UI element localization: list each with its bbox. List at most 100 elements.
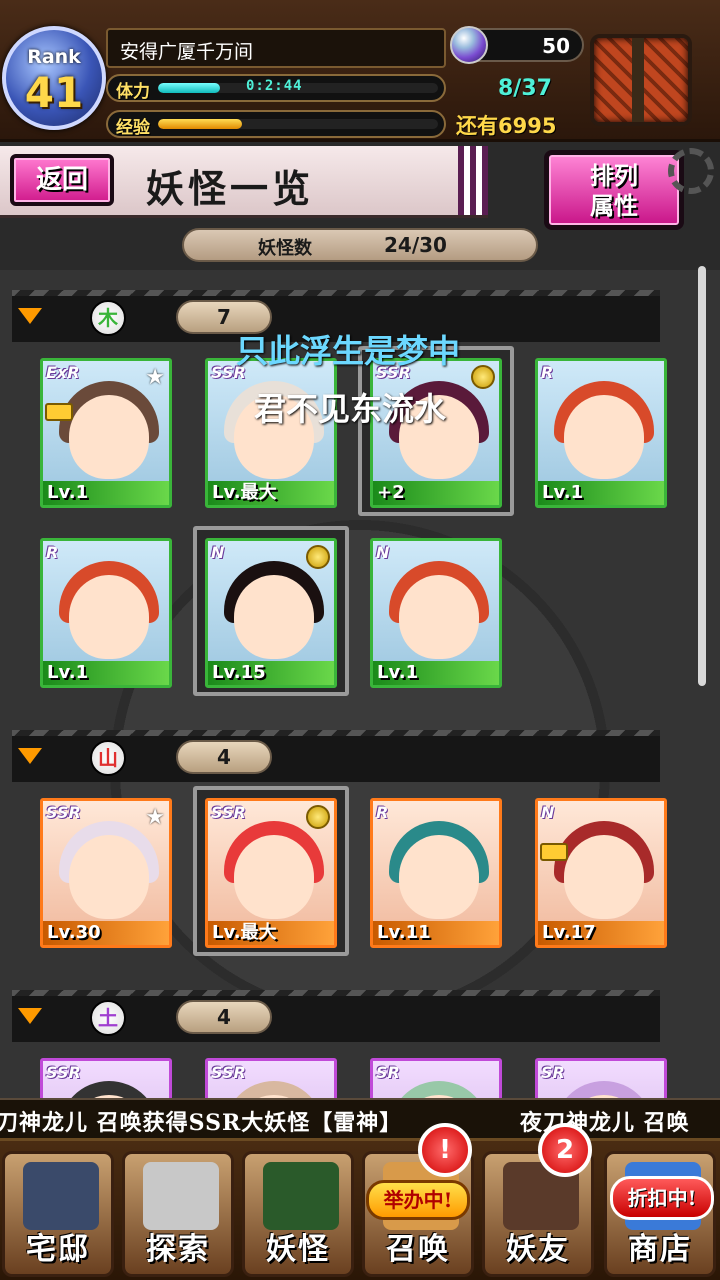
- rarity-badge: R: [541, 363, 554, 382]
- yokai-card[interactable]: R Lv.1: [535, 358, 667, 508]
- yokai-card[interactable]: N Lv.17: [535, 798, 667, 948]
- yokai-card[interactable]: R Lv.11: [370, 798, 502, 948]
- rarity-badge: N: [211, 543, 225, 562]
- collapse-arrow-icon[interactable]: [18, 748, 42, 764]
- medal-icon: [306, 545, 330, 569]
- rarity-badge: N: [541, 803, 555, 822]
- nav-label: 探索: [146, 1232, 210, 1267]
- yokai-count-label: 妖怪数: [258, 238, 312, 259]
- yokai-count: 妖怪数 24/30: [182, 228, 538, 262]
- star-icon: ★: [145, 805, 165, 830]
- yokai-card[interactable]: N Lv.15: [205, 538, 337, 688]
- section-header[interactable]: 山4: [12, 730, 660, 782]
- crystal-orb-icon: [450, 26, 488, 64]
- exp-label: 经验: [116, 118, 150, 138]
- back-button[interactable]: 返回: [10, 154, 114, 206]
- level-label: Lv.1: [373, 661, 499, 685]
- star-icon: ★: [145, 365, 165, 390]
- rarity-badge: SSR: [46, 803, 81, 822]
- remaining-text: 还有6995: [456, 110, 556, 140]
- stamina-timer: 0:2:44: [246, 78, 303, 94]
- overlay-caption-2: 君不见东流水: [254, 390, 447, 428]
- sort-label-line1: 排列: [590, 161, 638, 190]
- scroll-icon: [263, 1162, 339, 1230]
- exp-bar: 经验: [106, 110, 446, 138]
- sale-tag: 折扣中!: [610, 1176, 714, 1220]
- sort-label-line2: 属性: [590, 191, 638, 220]
- player-name: 安得广厦千万间: [120, 41, 254, 63]
- yokai-card[interactable]: ExR ★ Lv.1: [40, 358, 172, 508]
- rarity-badge: SR: [541, 1063, 565, 1082]
- rarity-badge: R: [376, 803, 389, 822]
- portrait-face: [234, 575, 314, 659]
- portrait-face: [564, 395, 644, 479]
- collapse-arrow-icon[interactable]: [18, 308, 42, 324]
- rarity-badge: SSR: [211, 1063, 246, 1082]
- gem-counter[interactable]: 50: [450, 26, 584, 64]
- overlay-caption-1: 只此浮生是梦中: [236, 332, 461, 370]
- portrait-face: [399, 575, 479, 659]
- attribute-icon: 木: [90, 300, 126, 336]
- yokai-count-value: 24/30: [384, 233, 447, 257]
- yokai-card[interactable]: SR: [370, 1058, 502, 1100]
- notification-badge: !: [418, 1123, 472, 1177]
- mansion-icon: [23, 1162, 99, 1230]
- nav-label: 妖友: [506, 1232, 570, 1267]
- stamina-label: 体力: [116, 82, 150, 102]
- nav-magnifier-button[interactable]: 探索: [122, 1151, 234, 1277]
- sort-button[interactable]: 排列 属性: [544, 150, 684, 230]
- collapse-arrow-icon[interactable]: [18, 1008, 42, 1024]
- rarity-badge: ExR: [46, 363, 80, 382]
- portrait-face: [69, 395, 149, 479]
- lock-icon: [540, 843, 568, 861]
- portrait-face: [399, 835, 479, 919]
- level-label: +2: [373, 481, 499, 505]
- rarity-badge: R: [46, 543, 59, 562]
- title-stripes: [458, 146, 488, 215]
- treasure-chest-icon[interactable]: [590, 34, 692, 126]
- yokai-card[interactable]: SSR: [40, 1058, 172, 1100]
- rarity-badge: SR: [376, 1063, 400, 1082]
- portrait-face: [234, 835, 314, 919]
- storage-count: 8/37: [498, 76, 552, 101]
- rarity-badge: SSR: [211, 803, 246, 822]
- level-label: Lv.30: [43, 921, 169, 945]
- stamina-fill: [158, 83, 220, 93]
- nav-scroll-button[interactable]: 妖怪: [242, 1151, 354, 1277]
- yokai-card[interactable]: SSR Lv.最大: [205, 798, 337, 948]
- medal-icon: [306, 805, 330, 829]
- ticker-text-a: 刀神龙儿 召唤获得SSR大妖怪【雷神】: [0, 1110, 403, 1136]
- stamina-bar: 体力 0:2:44: [106, 74, 446, 102]
- yokai-card[interactable]: SSR Lv.最大: [205, 358, 337, 508]
- rank-badge[interactable]: Rank 41: [2, 26, 106, 130]
- yokai-card[interactable]: SSR +2: [370, 358, 502, 508]
- level-label: Lv.17: [538, 921, 664, 945]
- lock-icon: [45, 403, 73, 421]
- level-label: Lv.1: [43, 481, 169, 505]
- yokai-card[interactable]: N Lv.1: [370, 538, 502, 688]
- gear-icon: [668, 148, 714, 194]
- nav-mansion-button[interactable]: 宅邸: [2, 1151, 114, 1277]
- level-label: Lv.最大: [208, 481, 334, 505]
- yokai-card[interactable]: SR: [535, 1058, 667, 1100]
- yokai-card[interactable]: SSR: [205, 1058, 337, 1100]
- rarity-badge: SSR: [46, 1063, 81, 1082]
- exp-fill: [158, 119, 242, 129]
- nav-label: 召唤: [386, 1232, 450, 1267]
- attribute-icon: 土: [90, 1000, 126, 1036]
- yokai-card[interactable]: R Lv.1: [40, 538, 172, 688]
- rank-value: 41: [24, 68, 84, 117]
- level-label: Lv.1: [43, 661, 169, 685]
- player-name-box[interactable]: 安得广厦千万间: [106, 28, 446, 68]
- section-header[interactable]: 土4: [12, 990, 660, 1042]
- scrollbar[interactable]: [698, 266, 706, 686]
- event-running-tag: 举办中!: [366, 1180, 470, 1220]
- remaining-label: 还有: [456, 114, 498, 138]
- news-ticker: 刀神龙儿 召唤获得SSR大妖怪【雷神】 夜刀神龙儿 召唤: [0, 1098, 720, 1138]
- magnifier-icon: [143, 1162, 219, 1230]
- status-bar: Rank 41 安得广厦千万间 体力 0:2:44 经验 50 8/37 还有6…: [0, 0, 720, 142]
- yokai-card[interactable]: SSR ★ Lv.30: [40, 798, 172, 948]
- attribute-icon: 山: [90, 740, 126, 776]
- portrait-face: [69, 575, 149, 659]
- level-label: Lv.最大: [208, 921, 334, 945]
